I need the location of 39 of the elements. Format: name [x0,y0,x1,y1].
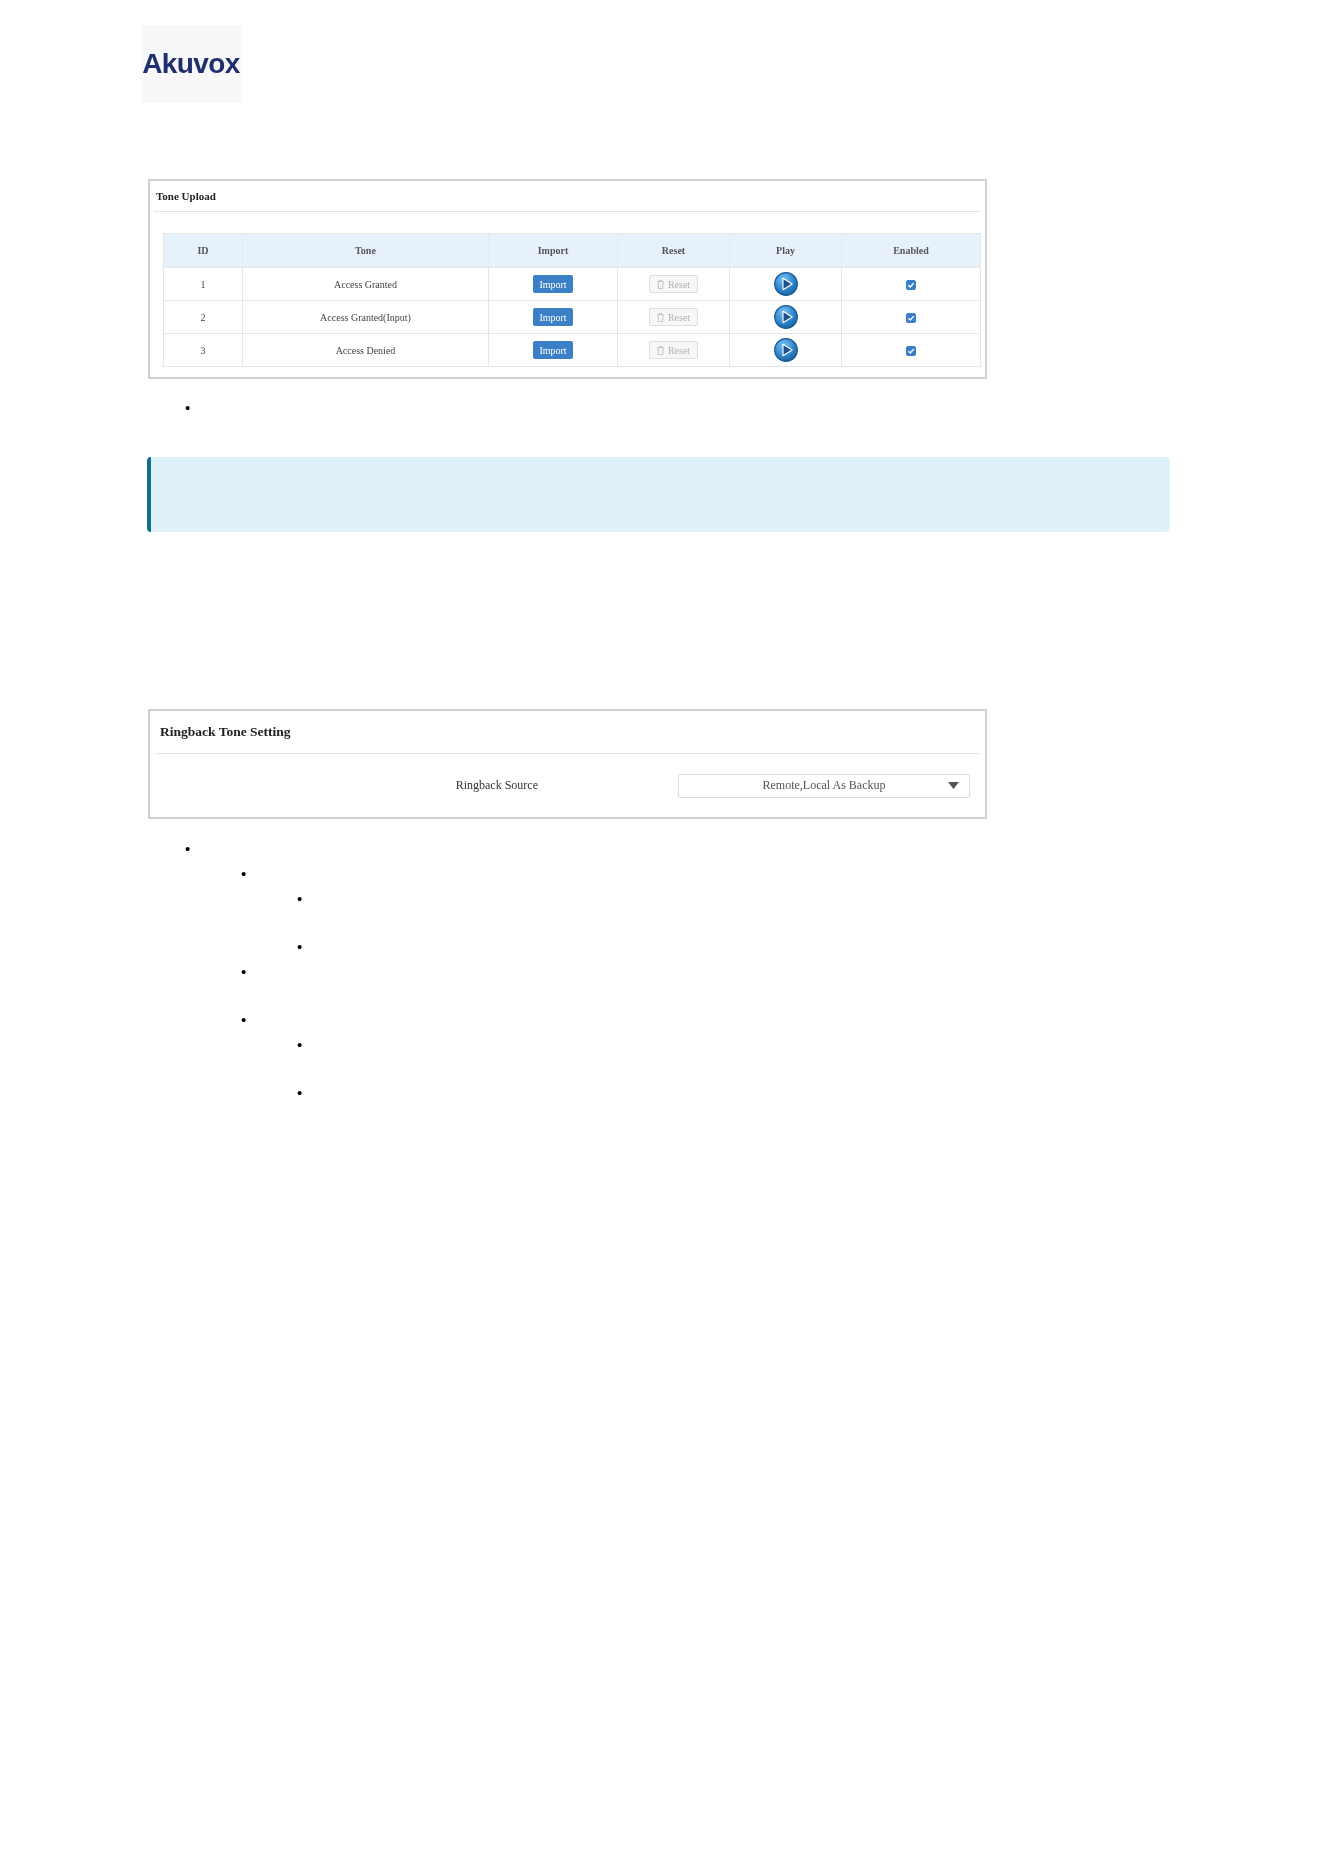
table-cell: Access Granted [242,267,489,301]
select-field[interactable]: Remote,Local As Backup [678,773,970,798]
list-bullet: • [185,841,191,856]
checkbox[interactable] [906,312,916,323]
column-header: Tone [242,233,489,268]
trash-icon [656,312,664,322]
list-bullet: • [297,939,303,954]
column-header: Play [729,233,842,268]
trash-icon [656,345,664,355]
list-bullet: • [241,1012,247,1027]
list-bullet: • [185,400,191,415]
import-button[interactable]: Import [533,341,573,359]
import-button[interactable]: Import [533,275,573,293]
table-cell: Access Granted(Input) [242,300,489,334]
play-icon[interactable] [773,338,798,362]
column-header: ID [163,233,243,268]
column-header: Reset [617,233,730,268]
column-header: Enabled [841,233,981,268]
import-button[interactable]: Import [533,308,573,326]
list-bullet: • [241,866,247,881]
caret-icon [948,782,959,789]
checkbox[interactable] [906,345,916,356]
table-cell: Access Denied [242,333,489,367]
brand-logo: Akuvox [141,25,241,103]
column-header: Import [488,233,618,268]
list-bullet: • [241,964,247,979]
checkbox[interactable] [906,279,916,290]
list-bullet: • [297,891,303,906]
panel-title: Ringback Tone Setting [160,724,291,740]
list-bullet: • [297,1037,303,1052]
field-label: Ringback Source [455,778,538,793]
table-cell: 2 [163,300,243,334]
play-icon[interactable] [773,272,798,296]
trash-icon [656,279,664,289]
table-cell: 1 [163,267,243,301]
table-cell: 3 [163,333,243,367]
play-icon[interactable] [773,305,798,329]
list-bullet: • [297,1085,303,1100]
panel-title: Tone Upload [156,190,216,202]
